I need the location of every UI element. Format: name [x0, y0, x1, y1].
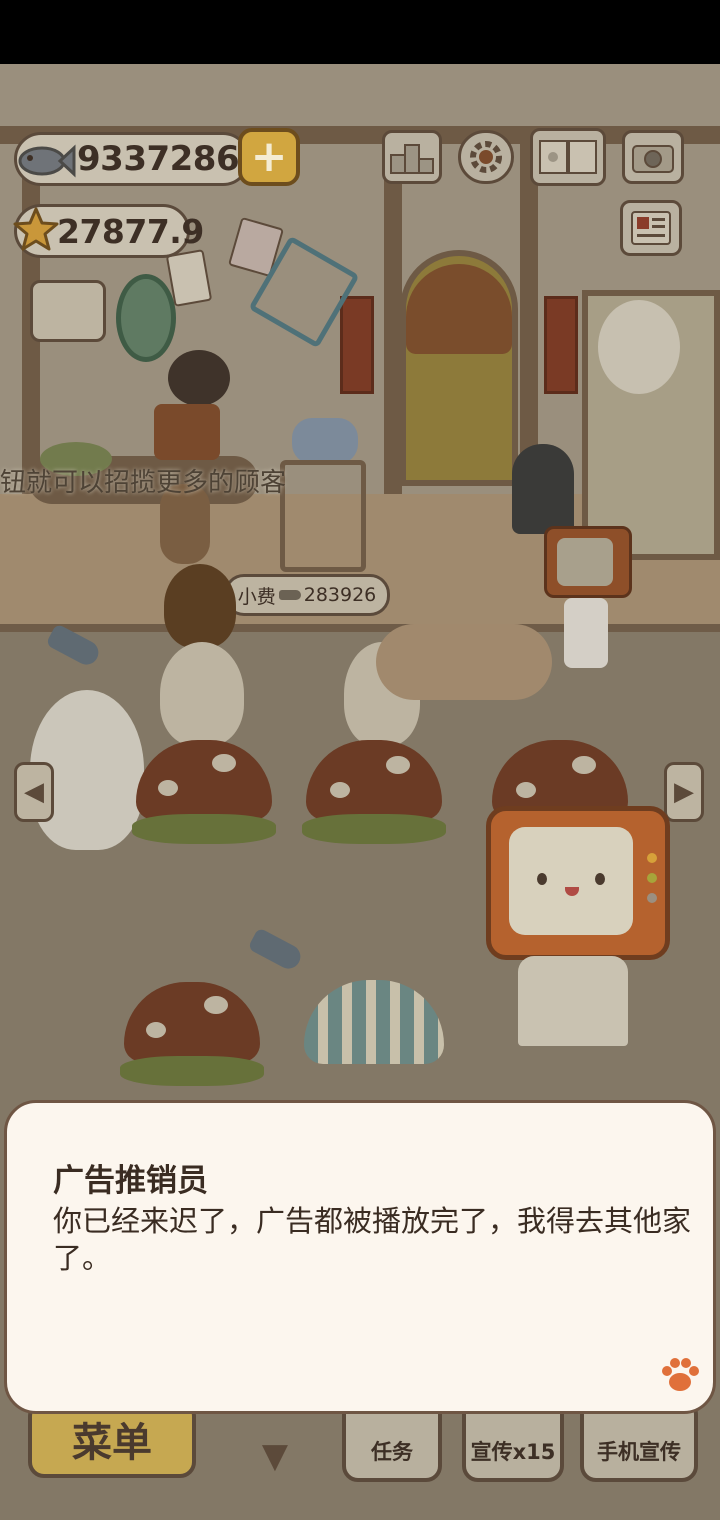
tv-waiter	[544, 526, 632, 598]
fish-icon	[18, 144, 76, 178]
tv-knob	[647, 893, 657, 903]
tv-screen	[557, 538, 613, 586]
tip-label: 小费	[237, 585, 276, 608]
deer-customer	[168, 350, 230, 406]
star-icon	[13, 207, 59, 251]
chevron-down-icon[interactable]: ▼	[246, 1436, 304, 1476]
ranking-podium-icon[interactable]	[382, 130, 442, 184]
plus-icon: +	[250, 131, 288, 182]
star-count: 27877.9	[57, 211, 204, 251]
dialog-box[interactable]: 广告推销员 你已经来迟了，广告都被播放完了，我得去其他家了。	[4, 1100, 716, 1414]
shop-sign-icon	[30, 280, 106, 342]
side-table	[280, 460, 366, 572]
settings-button[interactable]	[458, 130, 514, 184]
tip-amount: 283926	[303, 584, 377, 606]
tv-salesman-screen	[509, 827, 633, 935]
fish-count: 9337286	[77, 139, 240, 179]
tasks-label: 任务	[371, 1440, 413, 1464]
gear-icon	[470, 141, 502, 173]
camera-button[interactable]	[622, 130, 684, 184]
camera-icon	[632, 145, 674, 173]
phone-promote-label: 手机宣传	[597, 1440, 681, 1464]
dialog-message: 你已经来迟了，广告都被播放完了，我得去其他家了。	[53, 1204, 692, 1275]
chevron-right-icon: ▶	[674, 777, 694, 807]
newspaper-button[interactable]	[620, 200, 682, 256]
chevron-left-icon: ◀	[24, 777, 44, 807]
eye	[595, 873, 605, 885]
deer-body	[154, 404, 220, 460]
scrolling-hint-text: 钮就可以招揽更多的顾客	[0, 468, 287, 498]
scroll-right-button[interactable]: ▶	[664, 762, 704, 822]
tv-waiter-body	[564, 598, 608, 668]
pug-customer[interactable]	[160, 642, 244, 746]
speaker-name: 广告推销员	[53, 1163, 208, 1199]
eye	[537, 873, 547, 885]
badger-customer	[512, 444, 574, 534]
fish-icon	[278, 590, 301, 600]
recipe-book-button[interactable]	[530, 128, 606, 186]
add-currency-button[interactable]: +	[238, 128, 300, 186]
mirror-decoration	[116, 274, 176, 362]
paw-icon[interactable]	[659, 1355, 701, 1395]
bear-customer[interactable]	[164, 564, 236, 648]
scroll-left-button[interactable]: ◀	[14, 762, 54, 822]
mouth	[565, 887, 579, 896]
tv-knob	[647, 873, 657, 883]
floor-mat	[376, 624, 552, 700]
tip-bubble[interactable]: 小费 283926	[224, 574, 390, 616]
food-bowl	[292, 418, 358, 464]
tv-salesman[interactable]	[486, 806, 670, 960]
promote-label: 宣传x15	[470, 1440, 556, 1464]
newspaper-icon	[631, 211, 671, 245]
status-bar	[0, 0, 720, 64]
book-icon	[539, 140, 597, 174]
tv-salesman-body	[518, 956, 628, 1046]
red-banner	[340, 296, 374, 394]
cat-portrait	[598, 300, 680, 394]
tv-knob	[647, 853, 657, 863]
red-banner	[544, 296, 578, 394]
floor-edge	[0, 624, 720, 632]
